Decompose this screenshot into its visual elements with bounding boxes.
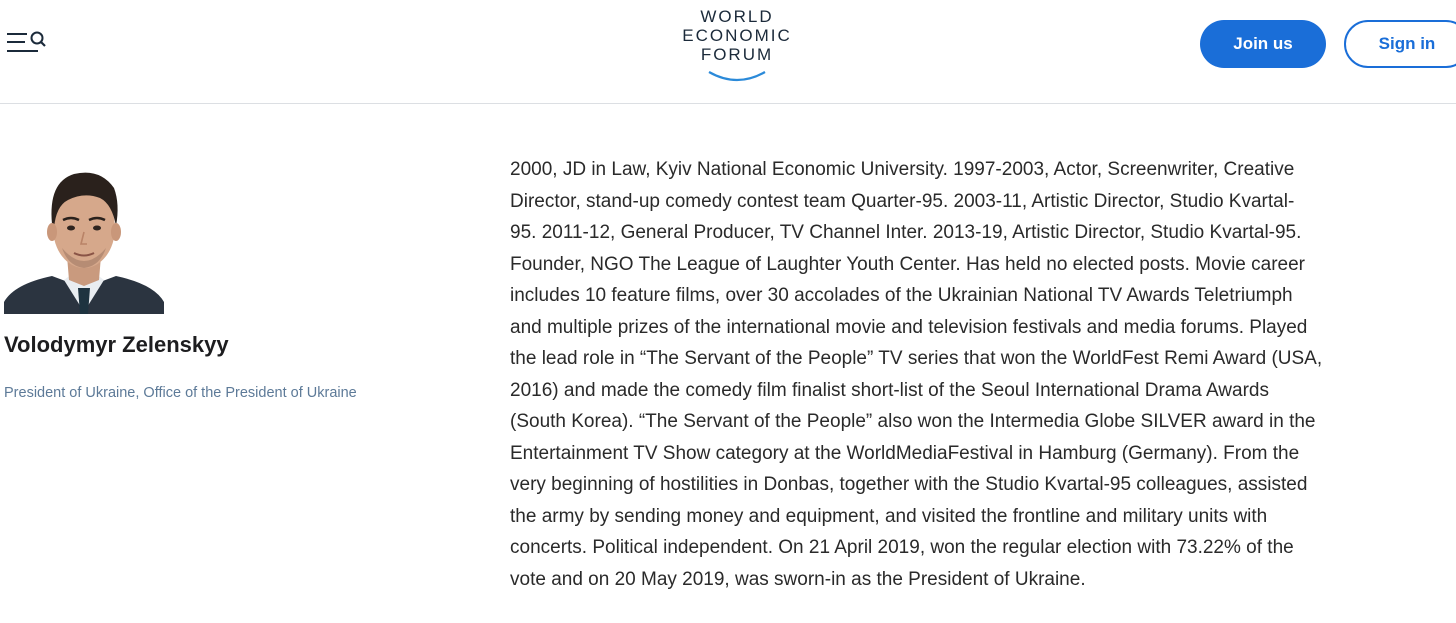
join-us-button[interactable]: Join us <box>1200 20 1326 68</box>
logo-line-2: ECONOMIC <box>682 26 792 45</box>
search-icon <box>30 31 46 47</box>
wef-logo[interactable]: WORLD ECONOMIC FORUM <box>668 8 806 86</box>
person-name: Volodymyr Zelenskyy <box>4 332 229 357</box>
menu-icon <box>7 31 46 52</box>
logo-line-1: WORLD <box>700 7 774 26</box>
site-header: WORLD ECONOMIC FORUM Join us Sign in <box>0 0 1456 104</box>
menu-search-button[interactable] <box>6 28 48 60</box>
sign-in-button[interactable]: Sign in <box>1344 20 1456 68</box>
person-role: President of Ukraine, Office of the Pres… <box>4 385 357 401</box>
logo-arc-icon <box>708 71 766 82</box>
profile-photo <box>4 152 164 314</box>
biography-text: 2000, JD in Law, Kyiv National Economic … <box>510 159 1323 590</box>
logo-line-3: FORUM <box>700 45 774 64</box>
